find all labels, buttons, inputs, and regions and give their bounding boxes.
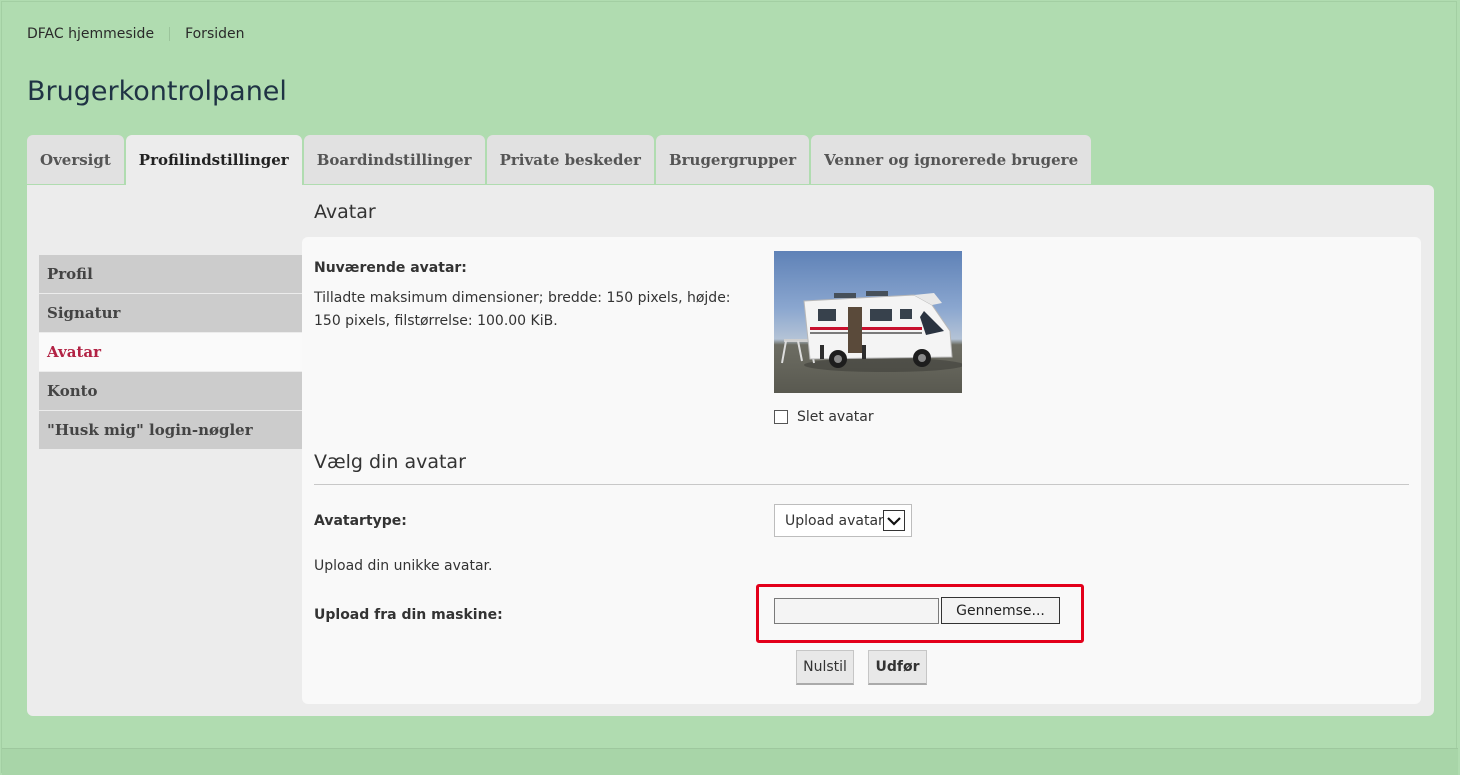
- tab-venner-og-ignorerede-brugere[interactable]: Venner og ignorerede brugere: [811, 135, 1092, 184]
- avatar-type-label: Avatartype:: [314, 513, 407, 529]
- sidebar-menu: Profil Signatur Avatar Konto "Husk mig" …: [39, 255, 302, 450]
- chevron-down-icon[interactable]: [883, 510, 905, 531]
- delete-avatar-checkbox[interactable]: [774, 410, 788, 424]
- control-panel: Profil Signatur Avatar Konto "Husk mig" …: [27, 185, 1434, 716]
- current-avatar-label: Nuværende avatar:: [314, 260, 467, 276]
- sidebar-item-konto[interactable]: Konto: [39, 372, 302, 410]
- tab-bar: Oversigt Profilindstillinger Boardindsti…: [27, 135, 1093, 185]
- upload-hint-text: Upload din unikke avatar.: [314, 558, 493, 574]
- current-avatar-image: [774, 251, 962, 393]
- sidebar-item-profil[interactable]: Profil: [39, 255, 302, 293]
- delete-avatar-row: Slet avatar: [774, 409, 874, 425]
- page-title: Brugerkontrolpanel: [27, 76, 287, 107]
- breadcrumb-home-link[interactable]: DFAC hjemmeside: [27, 26, 154, 42]
- upload-from-machine-label: Upload fra din maskine:: [314, 607, 503, 623]
- footer-band: [2, 748, 1458, 775]
- avatar-content: Nuværende avatar: Tilladte maksimum dime…: [302, 237, 1421, 704]
- sidebar-item-husk-mig[interactable]: "Husk mig" login-nøgler: [39, 411, 302, 449]
- tab-boardindstillinger[interactable]: Boardindstillinger: [303, 135, 485, 184]
- motorhome-photo: [781, 291, 962, 372]
- avatar-type-selected-value: Upload avatar: [785, 512, 884, 529]
- tab-oversigt[interactable]: Oversigt: [27, 135, 124, 184]
- tab-brugergrupper[interactable]: Brugergrupper: [655, 135, 810, 184]
- sidebar-item-avatar[interactable]: Avatar: [39, 333, 302, 371]
- avatar-type-select[interactable]: Upload avatar: [774, 504, 912, 537]
- file-path-input[interactable]: [774, 598, 939, 624]
- tab-profilindstillinger[interactable]: Profilindstillinger: [125, 135, 302, 185]
- submit-button[interactable]: Udfør: [868, 650, 927, 685]
- delete-avatar-label: Slet avatar: [797, 409, 874, 425]
- breadcrumb-index-link[interactable]: Forsiden: [185, 26, 244, 42]
- choose-avatar-title: Vælg din avatar: [314, 451, 466, 473]
- section-divider: [314, 484, 1409, 485]
- tab-private-beskeder[interactable]: Private beskeder: [486, 135, 654, 184]
- reset-button[interactable]: Nulstil: [796, 650, 854, 685]
- browse-button[interactable]: Gennemse...: [941, 597, 1060, 624]
- sidebar-item-signatur[interactable]: Signatur: [39, 294, 302, 332]
- breadcrumb: DFAC hjemmeside Forsiden: [27, 26, 245, 42]
- avatar-section-title: Avatar: [314, 201, 376, 223]
- breadcrumb-separator: [169, 27, 171, 41]
- avatar-dimensions-text: Tilladte maksimum dimensioner; bredde: 1…: [314, 290, 731, 329]
